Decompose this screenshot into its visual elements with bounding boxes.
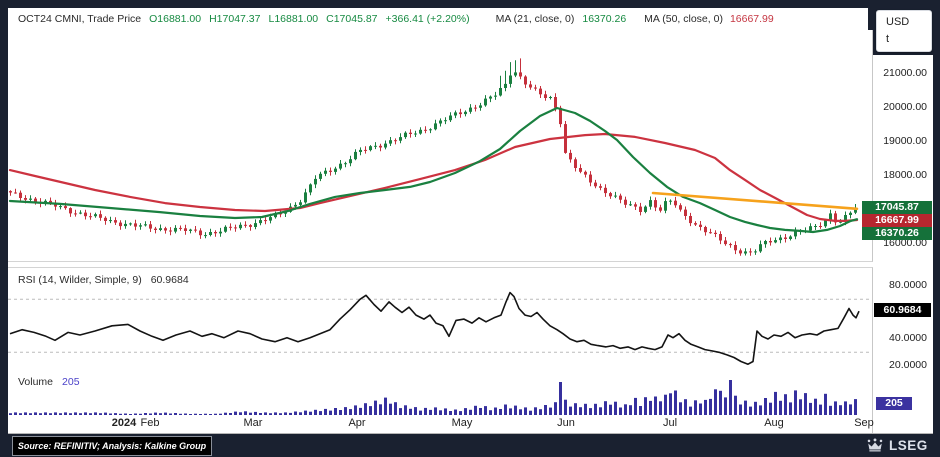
ma21-label: MA (21, close, 0) xyxy=(495,13,575,25)
volume-value-badge: 205 xyxy=(876,397,912,410)
lseg-crown-icon xyxy=(867,438,883,452)
rsi-value: 60.9684 xyxy=(150,274,189,286)
chart-legend: OCT24 CMNI, Trade Price O16881.00 H17047… xyxy=(8,8,868,31)
rsi-line xyxy=(9,291,860,365)
rsi-legend: RSI (14, Wilder, Simple, 9) 60.9684 xyxy=(18,274,189,286)
ma50-value: 16667.99 xyxy=(729,13,774,25)
price-axis-tick: 21000.00 xyxy=(883,67,927,79)
volume-panel[interactable]: Volume 205 xyxy=(8,372,873,416)
time-axis-label: Feb xyxy=(140,417,160,429)
rsi-axis-tick: 80.0000 xyxy=(889,279,927,291)
volume-legend: Volume 205 xyxy=(18,376,80,388)
price-axis-tick: 20000.00 xyxy=(883,101,927,113)
volume-chart xyxy=(9,380,857,415)
price-axis-tick: 18000.00 xyxy=(883,169,927,181)
ma21-price-badge: 16370.26 xyxy=(862,227,932,240)
source-attribution: Source: REFINITIV; Analysis: Kalkine Gro… xyxy=(12,436,212,456)
time-axis-label: Jul xyxy=(662,417,678,429)
candlesticks xyxy=(9,58,857,256)
ma50-line xyxy=(8,132,859,222)
time-axis-label: Apr xyxy=(348,417,366,429)
lseg-logo: LSEG xyxy=(866,436,934,454)
ma50-price-badge: 16667.99 xyxy=(862,214,932,227)
time-axis-label: Sep xyxy=(854,417,874,429)
instrument-title: OCT24 CMNI, Trade Price xyxy=(18,13,142,25)
price-axis-tick: 19000.00 xyxy=(883,135,927,147)
time-axis-label: Mar xyxy=(243,417,263,429)
axis-currency-label: USD xyxy=(886,16,910,28)
lseg-wordmark: LSEG xyxy=(889,437,928,453)
change-value: +366.41 (+2.20%) xyxy=(385,13,470,25)
rsi-value-badge: 60.9684 xyxy=(874,303,931,317)
ma21-value: 16370.26 xyxy=(582,13,627,25)
time-axis-label: Jun xyxy=(557,417,575,429)
rsi-axis-tick: 40.0000 xyxy=(889,332,927,344)
trendline xyxy=(651,191,859,211)
price-chart-panel[interactable] xyxy=(8,30,873,262)
candlestick-chart xyxy=(8,58,859,256)
volume-label: Volume xyxy=(18,376,54,388)
ma50-label: MA (50, close, 0) xyxy=(644,13,723,25)
time-axis-label: May xyxy=(451,417,473,429)
trading-chart-window: OCT24 CMNI, Trade Price O16881.00 H17047… xyxy=(0,0,940,457)
high-value: H17047.37 xyxy=(209,13,261,25)
time-axis[interactable]: 2024 Feb Mar Apr May Jun Jul Aug Sep xyxy=(8,415,933,434)
rsi-axis[interactable]: 80.0000 40.0000 20.0000 xyxy=(873,267,933,372)
rsi-label: RSI (14, Wilder, Simple, 9) xyxy=(18,274,142,286)
volume-value: 205 xyxy=(62,376,80,388)
rsi-panel[interactable]: RSI (14, Wilder, Simple, 9) 60.9684 xyxy=(8,267,873,374)
last-price-badge: 17045.87 xyxy=(862,201,932,214)
time-axis-label: 2024 xyxy=(111,417,137,429)
close-value: C17045.87 xyxy=(326,13,378,25)
time-axis-label: Aug xyxy=(764,417,784,429)
open-value: O16881.00 xyxy=(149,13,202,25)
low-value: L16881.00 xyxy=(268,13,319,25)
rsi-axis-tick: 20.0000 xyxy=(889,359,927,371)
